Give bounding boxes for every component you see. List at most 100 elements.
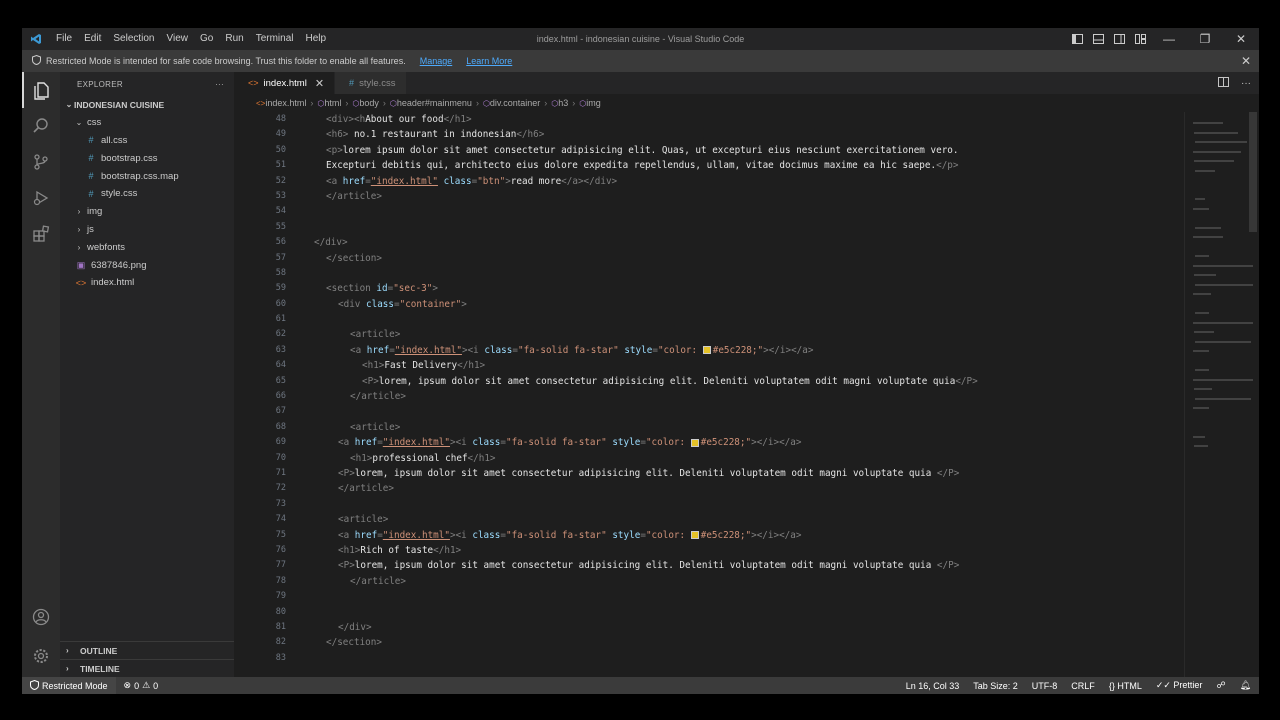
learn-more-link[interactable]: Learn More [466,56,512,66]
menu-edit[interactable]: Edit [78,28,107,50]
menu-help[interactable]: Help [300,28,333,50]
feedback-icon[interactable]: ☍ [1216,680,1225,691]
file-bootstrap-css[interactable]: # bootstrap.css [60,149,234,167]
code-line[interactable]: 60 <div class="container"> [234,297,1184,312]
code-line[interactable]: 78 </article> [234,574,1184,589]
folder-js[interactable]: › js [60,221,234,239]
notifications-bell-icon[interactable]: 🔔︎ [1240,680,1251,691]
folder-webfonts[interactable]: › webfonts [60,238,234,256]
restricted-mode-status[interactable]: Restricted Mode [22,677,116,694]
code-line[interactable]: 77 <P>lorem, ipsum dolor sit amet consect… [234,558,1184,573]
workspace-root-folder[interactable]: ⌄ INDONESIAN CUISINE [60,96,234,114]
breadcrumb-item[interactable]: header#mainmenu [397,98,472,108]
encoding[interactable]: UTF-8 [1032,681,1058,691]
code-line[interactable]: 59 <section id="sec-3"> [234,281,1184,296]
problems-status[interactable]: ⊗ 0 ⚠ 0 [116,680,167,691]
breadcrumb-item[interactable]: index.html [265,98,306,108]
code-line[interactable]: 49 <h6> no.1 restaurant in indonesian</h6… [234,127,1184,142]
menu-run[interactable]: Run [219,28,249,50]
code-line[interactable]: 71 <P>lorem, ipsum dolor sit amet consect… [234,466,1184,481]
scrollbar-thumb[interactable] [1249,112,1257,232]
breadcrumb-item[interactable]: img [586,98,601,108]
code-line[interactable]: 64 <h1>Fast Delivery</h1> [234,358,1184,373]
restore-button[interactable]: ❐ [1187,28,1223,50]
code-line[interactable]: 52 <a href="index.html" class="btn">read … [234,174,1184,189]
accounts-icon[interactable] [22,599,60,635]
code-line[interactable]: 63 <a href="index.html"><i class="fa-soli… [234,343,1184,358]
code-line[interactable]: 65 <P>lorem, ipsum dolor sit amet consect… [234,374,1184,389]
file-bootstrap-css-map[interactable]: # bootstrap.css.map [60,167,234,185]
code-line[interactable]: 66 </article> [234,389,1184,404]
code-line[interactable]: 57 </section> [234,251,1184,266]
explorer-icon[interactable] [22,72,60,108]
file-index-html[interactable]: <> index.html [60,274,234,292]
close-window-button[interactable]: ✕ [1223,28,1259,50]
breadcrumb-item[interactable]: h3 [558,98,568,108]
tab-style-css[interactable]: # style.css [335,72,407,94]
code-line[interactable]: 53 </article> [234,189,1184,204]
language-mode[interactable]: {} HTML [1109,681,1142,691]
code-line[interactable]: 81 </div> [234,620,1184,635]
code-line[interactable]: 48 <div><hAbout our food</h1> [234,112,1184,127]
code-line[interactable]: 51 Excepturi debitis qui, architecto eius… [234,158,1184,173]
more-actions-icon[interactable]: ··· [1241,78,1251,89]
code-line[interactable]: 55 [234,220,1184,235]
code-line[interactable]: 76 <h1>Rich of taste</h1> [234,543,1184,558]
extensions-icon[interactable] [22,216,60,252]
source-control-icon[interactable] [22,144,60,180]
code-line[interactable]: 74 <article> [234,512,1184,527]
code-line[interactable]: 82 </section> [234,635,1184,650]
code-line[interactable]: 61 [234,312,1184,327]
search-icon[interactable] [22,108,60,144]
toggle-secondary-sidebar-icon[interactable] [1109,28,1130,50]
code-line[interactable]: 62 <article> [234,327,1184,342]
breadcrumb-item[interactable]: body [359,98,379,108]
tab-size[interactable]: Tab Size: 2 [973,681,1018,691]
toggle-panel-icon[interactable] [1088,28,1109,50]
code-editor[interactable]: 48 <div><hAbout our food</h1> 49 <h6> no.1 … [234,112,1184,677]
close-tab-icon[interactable]: ✕ [315,77,324,90]
timeline-section[interactable]: › TIMELINE [60,659,234,677]
cursor-position[interactable]: Ln 16, Col 33 [906,681,960,691]
code-line[interactable]: 56 </div> [234,235,1184,250]
folder-css[interactable]: ⌄ css [60,114,234,132]
color-swatch[interactable] [702,346,711,355]
code-line[interactable]: 54 [234,204,1184,219]
split-editor-icon[interactable] [1218,76,1229,90]
customize-layout-icon[interactable] [1130,28,1151,50]
code-line[interactable]: 72 </article> [234,481,1184,496]
menu-terminal[interactable]: Terminal [250,28,300,50]
breadcrumb-item[interactable]: div.container [490,98,540,108]
more-actions-icon[interactable]: ··· [215,80,224,89]
outline-section[interactable]: › OUTLINE [60,641,234,659]
tab-index-html[interactable]: <> index.html ✕ [234,72,336,94]
code-line[interactable]: 75 <a href="index.html"><i class="fa-soli… [234,528,1184,543]
code-line[interactable]: 73 [234,497,1184,512]
code-line[interactable]: 58 [234,266,1184,281]
code-line[interactable]: 70 <h1>professional chef</h1> [234,451,1184,466]
code-line[interactable]: 67 [234,404,1184,419]
code-line[interactable]: 69 <a href="index.html"><i class="fa-soli… [234,435,1184,450]
breadcrumb-item[interactable]: html [324,98,341,108]
color-swatch[interactable] [690,531,699,540]
code-line[interactable]: 79 [234,589,1184,604]
prettier-status[interactable]: ✓✓ Prettier [1156,680,1203,691]
code-line[interactable]: 83 [234,651,1184,666]
folder-img[interactable]: › img [60,203,234,221]
manage-gear-icon[interactable] [22,638,60,674]
code-line[interactable]: 68 <article> [234,420,1184,435]
file-all-css[interactable]: # all.css [60,132,234,150]
close-icon[interactable]: ✕ [1241,50,1251,72]
code-line[interactable]: 80 [234,605,1184,620]
menu-view[interactable]: View [161,28,195,50]
manage-link[interactable]: Manage [420,56,453,66]
file-style-css[interactable]: # style.css [60,185,234,203]
color-swatch[interactable] [690,438,699,447]
file-6387846-png[interactable]: ▣ 6387846.png [60,256,234,274]
menu-selection[interactable]: Selection [107,28,160,50]
end-of-line[interactable]: CRLF [1071,681,1095,691]
minimap[interactable] [1184,112,1259,677]
run-debug-icon[interactable] [22,180,60,216]
menu-file[interactable]: File [50,28,78,50]
code-line[interactable]: 50 <p>lorem ipsum dolor sit amet consecte… [234,143,1184,158]
